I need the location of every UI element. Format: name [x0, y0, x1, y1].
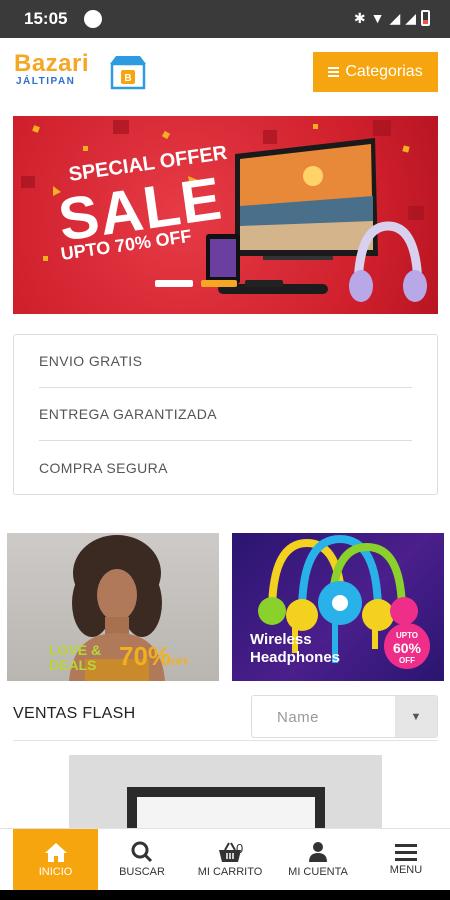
nav-account-label: MI CUENTA — [288, 866, 348, 878]
nav-home[interactable]: INICIO — [13, 829, 98, 890]
features-list: ENVIO GRATIS ENTREGA GARANTIZADA COMPRA … — [13, 334, 438, 495]
carousel-indicators[interactable] — [155, 280, 283, 287]
hero-banner[interactable]: SPECIAL OFFER SALE UPTO 70% OFF — [13, 116, 438, 314]
logo-brand: Bazari — [14, 50, 90, 77]
nav-search[interactable]: BUSCAR — [98, 829, 186, 890]
menu-icon — [395, 844, 417, 861]
battery-icon — [421, 10, 430, 26]
carousel-indicator[interactable] — [245, 280, 283, 287]
sort-select[interactable]: Name ▼ — [251, 695, 438, 738]
store-icon: B — [110, 56, 146, 90]
status-time: 15:05 — [24, 9, 68, 28]
user-icon — [309, 842, 327, 862]
app-header: Bazari JÁLTIPAN B Categorias — [0, 38, 450, 104]
carousel-indicator[interactable] — [201, 280, 237, 287]
flash-sales-title: VENTAS FLASH — [13, 705, 136, 722]
feature-secure-purchase: COMPRA SEGURA — [39, 459, 168, 476]
nav-search-label: BUSCAR — [119, 866, 165, 878]
bottom-navigation: INICIO BUSCAR 0 MI CARRITO MI CUENTA MEN… — [0, 828, 450, 890]
categories-button[interactable]: Categorias — [313, 52, 438, 92]
cart-count: 0 — [236, 841, 244, 856]
logo-city: JÁLTIPAN — [16, 76, 76, 87]
notification-dot-icon — [84, 10, 102, 28]
categories-label: Categorias — [345, 63, 423, 80]
feature-free-shipping: ENVIO GRATIS — [39, 335, 412, 388]
sort-select-value: Name — [277, 709, 320, 726]
nav-home-label: INICIO — [38, 866, 73, 878]
feature-guaranteed-delivery: ENTREGA GARANTIZADA — [39, 388, 412, 441]
tv-image — [235, 138, 378, 260]
vibrate-icon: ✱ — [353, 10, 366, 26]
hamburger-icon — [328, 67, 340, 77]
system-navigation-bar — [0, 890, 450, 900]
signal-icon: ◢ — [389, 10, 401, 26]
nav-cart-label: MI CARRITO — [197, 866, 263, 878]
promo-left-discount: 70%OFF — [119, 641, 190, 671]
promo-wireless-headphones[interactable]: Wireless Headphones UPTO 60% OFF — [232, 533, 444, 681]
status-bar: 15:05 ✱ ▼ ◢ ◢ — [0, 0, 450, 38]
divider — [13, 740, 438, 741]
wifi-icon: ▼ — [370, 10, 385, 26]
carousel-indicator[interactable] — [155, 280, 193, 287]
status-icons: ✱ ▼ ◢ ◢ — [354, 9, 430, 27]
promo-left-text: LOVE & DEALS — [49, 642, 102, 673]
logo[interactable]: Bazari JÁLTIPAN — [14, 50, 90, 88]
nav-menu-label: MENU — [389, 864, 423, 876]
nav-account[interactable]: MI CUENTA — [274, 829, 362, 890]
nav-menu[interactable]: MENU — [362, 829, 450, 890]
promo-love-deals[interactable]: LOVE & DEALS 70%OFF — [7, 533, 219, 681]
nav-cart[interactable]: 0 MI CARRITO — [186, 829, 274, 890]
home-icon — [44, 843, 67, 862]
signal-2-icon: ◢ — [405, 10, 416, 26]
search-icon — [131, 841, 153, 863]
picture-frame-image — [127, 787, 325, 830]
product-image[interactable] — [69, 755, 382, 830]
chevron-down-icon[interactable]: ▼ — [395, 696, 437, 737]
promo-right-title: Wireless Headphones — [250, 631, 341, 666]
discount-badge: UPTO 60% OFF — [384, 623, 430, 669]
svg-text:B: B — [124, 73, 131, 84]
